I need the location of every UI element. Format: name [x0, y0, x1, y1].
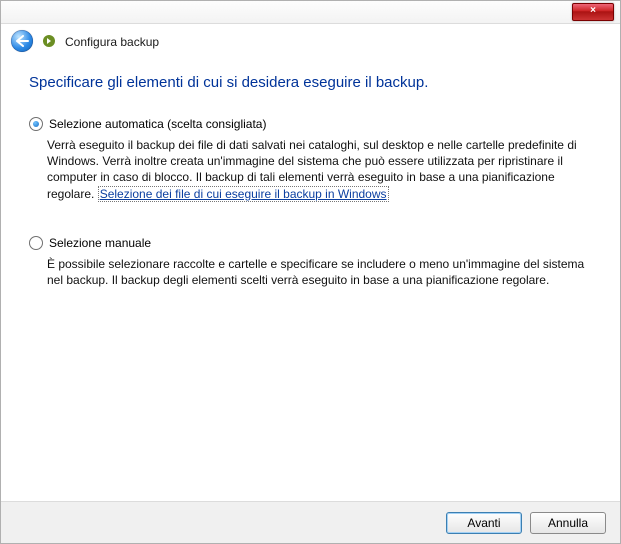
wizard-header: Configura backup — [1, 24, 620, 62]
wizard-title: Configura backup — [65, 35, 159, 49]
radio-manual[interactable]: Selezione manuale — [29, 236, 592, 250]
option-manual: Selezione manuale È possibile selezionar… — [29, 236, 592, 288]
option-auto: Selezione automatica (scelta consigliata… — [29, 117, 592, 202]
next-button[interactable]: Avanti — [446, 512, 522, 534]
wizard-window: × Configura backup Specificare gli eleme… — [0, 0, 621, 544]
radio-button-icon — [29, 117, 43, 131]
cancel-button[interactable]: Annulla — [530, 512, 606, 534]
option-auto-description: Verrà eseguito il backup dei file di dat… — [47, 137, 587, 202]
radio-auto-label: Selezione automatica (scelta consigliata… — [49, 117, 266, 131]
arrow-left-icon — [15, 35, 29, 47]
radio-auto[interactable]: Selezione automatica (scelta consigliata… — [29, 117, 592, 131]
back-button[interactable] — [11, 30, 33, 52]
content-area: Specificare gli elementi di cui si desid… — [1, 62, 620, 288]
help-link-backup-files[interactable]: Selezione dei file di cui eseguire il ba… — [98, 186, 389, 202]
titlebar: × — [1, 1, 620, 24]
radio-manual-label: Selezione manuale — [49, 236, 151, 250]
option-manual-description: È possibile selezionare raccolte e carte… — [47, 256, 587, 288]
radio-button-icon — [29, 236, 43, 250]
footer: Avanti Annulla — [1, 501, 620, 543]
close-button[interactable]: × — [572, 3, 614, 21]
page-heading: Specificare gli elementi di cui si desid… — [29, 74, 592, 91]
backup-icon — [41, 33, 57, 49]
